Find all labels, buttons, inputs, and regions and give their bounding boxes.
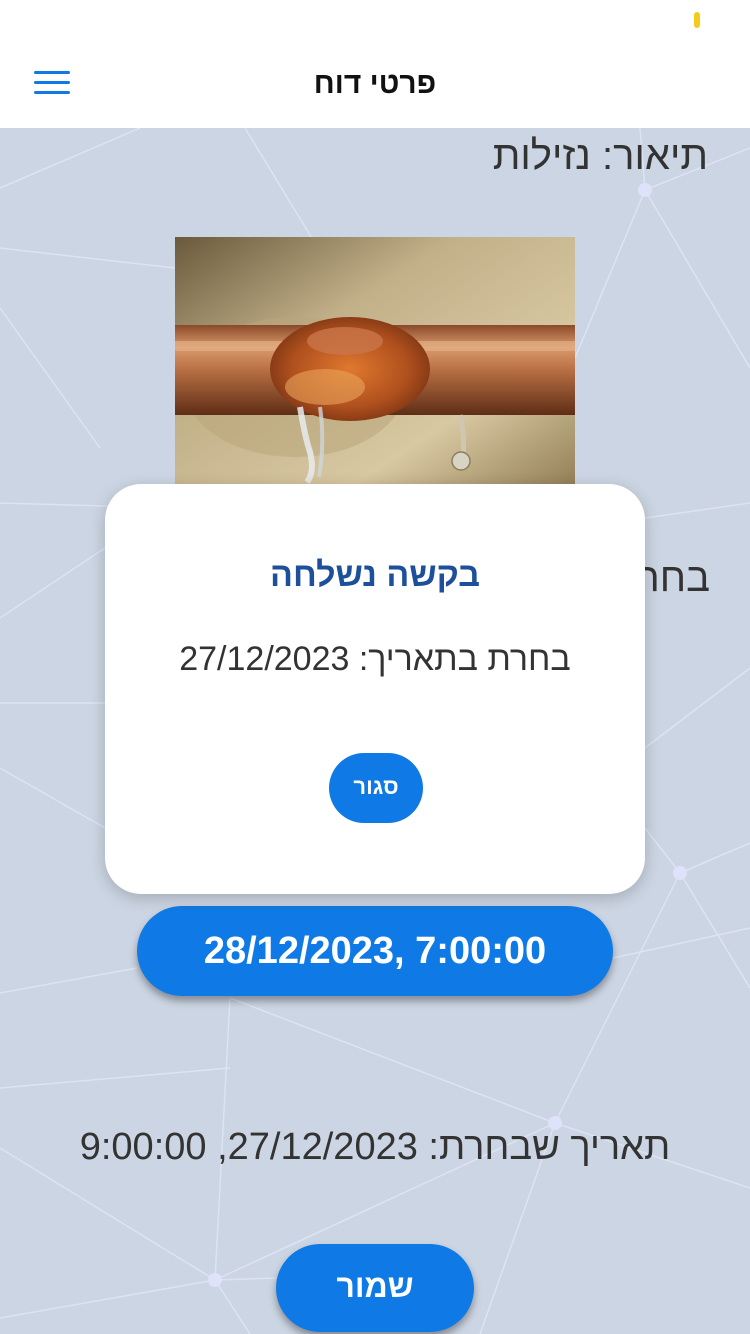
select-date-label: בחר (640, 556, 710, 600)
status-bar (0, 0, 750, 40)
leaking-pipe-photo (175, 237, 575, 497)
app-header: פרטי דוח (0, 40, 750, 128)
modal-message: בחרת בתאריך: 27/12/2023 (179, 640, 571, 678)
date-time-picker-button[interactable]: 28/12/2023, 7:00:00 (137, 906, 613, 996)
request-sent-modal: בקשה נשלחה בחרת בתאריך: 27/12/2023 סגור (105, 484, 645, 894)
save-button[interactable]: שמור (276, 1244, 474, 1332)
hamburger-menu-icon[interactable] (30, 68, 74, 102)
report-description: תיאור: נזילות (492, 134, 708, 178)
page-title: פרטי דוח (313, 67, 437, 100)
status-indicator-dot (694, 12, 700, 28)
modal-title: בקשה נשלחה (269, 556, 480, 594)
close-button[interactable]: סגור (329, 753, 423, 823)
chosen-date-text: תאריך שבחרת: 27/12/2023, 9:00:00 (79, 1126, 671, 1168)
